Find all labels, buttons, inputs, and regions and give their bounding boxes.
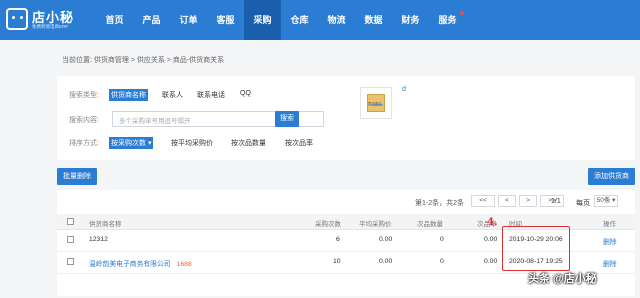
avg-price: 0.00 [379, 236, 393, 243]
sort-by-avg-price[interactable]: 按平均采购价 [169, 137, 215, 149]
supplier-1688-tag: 1688 [176, 261, 192, 268]
search-type-label: 搜索类型: [69, 92, 99, 99]
search-content-label: 搜索内容: [69, 117, 99, 124]
row-checkbox[interactable] [67, 236, 74, 243]
header-operations: 操作 [603, 221, 616, 228]
header-avg-price: 平均采购价 [359, 221, 392, 228]
watermark: 头条 @店小秘 [528, 273, 597, 285]
search-type-contact[interactable]: 联系人 [160, 89, 185, 101]
pager-per-page-label: 每页 [576, 200, 590, 207]
top-nav: 店小秘 免费跨境电商ERP 首页 产品 订单 客服 采购 仓库 物流 数据 财务… [0, 0, 640, 40]
batch-delete-button[interactable]: 批量删除 [57, 168, 97, 185]
search-type-supplier-name[interactable]: 供货商名称 [109, 89, 148, 101]
time-column-highlight [502, 226, 570, 271]
defect-count: 0 [440, 258, 444, 265]
no-image-text: 暂无图片 [368, 102, 382, 106]
purchase-count: 10 [333, 258, 341, 265]
sort-by-purchase-count[interactable]: 按采购次数 ▾ [109, 137, 154, 149]
defect-rate: 0.00 [484, 236, 498, 243]
purchase-count: 6 [336, 236, 340, 243]
pager-next-button[interactable]: > [519, 195, 537, 207]
brand-tagline: 免费跨境电商ERP [32, 24, 69, 29]
per-page-select[interactable]: 50条 ▾ [594, 195, 618, 207]
supplier-name: 12312 [89, 236, 108, 243]
delete-link[interactable]: 删除 [603, 258, 617, 268]
header-purchase-count: 采购次数 [315, 221, 341, 228]
defect-count: 0 [440, 236, 444, 243]
pager-page-indicator: 1/1 [551, 198, 561, 205]
logo[interactable]: 店小秘 免费跨境电商ERP [4, 6, 82, 34]
product-thumbnail[interactable]: 暂无图片 [360, 87, 392, 119]
filter-panel: 搜索类型: 供货商名称 联系人 联系电话 QQ 搜索内容: 多个采购单号用逗号隔… [57, 76, 635, 160]
row-checkbox[interactable] [67, 258, 74, 265]
defect-rate: 0.00 [484, 258, 498, 265]
delete-link[interactable]: 删除 [603, 236, 617, 246]
search-button[interactable]: 搜索 [275, 111, 299, 127]
nav-item-data[interactable]: 数据 [355, 0, 392, 40]
nav-item-home[interactable]: 首页 [96, 0, 133, 40]
supplier-name[interactable]: 温岭韵美电子商务有限公司 [89, 261, 171, 268]
nav-item-purchase[interactable]: 采购 [244, 0, 281, 40]
nav-item-products[interactable]: 产品 [133, 0, 170, 40]
pager-prev-button[interactable]: < [498, 195, 516, 207]
breadcrumb: 当前位置: 供货商管理 > 供应关系 > 商品-供货商关系 [62, 57, 225, 64]
header-defect-count: 次品数量 [417, 221, 443, 228]
notification-dot-icon [460, 11, 464, 15]
pager-summary: 第1-2条，共2条 [415, 200, 465, 207]
avg-price: 0.00 [379, 258, 393, 265]
nav-item-logistics[interactable]: 物流 [318, 0, 355, 40]
search-type-phone[interactable]: 联系电话 [195, 89, 227, 101]
robot-logo-icon [6, 8, 28, 30]
supplier-name-cell: 温岭韵美电子商务有限公司 1688 [89, 258, 192, 268]
sort-label: 排序方式: [69, 140, 99, 147]
step-annotation: 4. [487, 217, 498, 228]
nav-services-label: 服务 [438, 15, 457, 25]
product-code[interactable]: d [402, 86, 406, 93]
main-menu: 首页 产品 订单 客服 采购 仓库 物流 数据 财务 服务 [96, 0, 466, 40]
nav-item-services[interactable]: 服务 [429, 0, 466, 40]
nav-item-finance[interactable]: 财务 [392, 0, 429, 40]
add-supplier-button[interactable]: 添加供货商 [588, 168, 635, 185]
header-supplier-name: 供货商名称 [89, 221, 122, 228]
nav-item-orders[interactable]: 订单 [170, 0, 207, 40]
pager-first-button[interactable]: << [471, 195, 495, 207]
select-all-checkbox[interactable] [67, 218, 74, 225]
nav-item-warehouse[interactable]: 仓库 [281, 0, 318, 40]
sort-by-defect-count[interactable]: 按次品数量 [229, 137, 268, 149]
search-type-qq[interactable]: QQ [238, 89, 253, 98]
nav-item-service[interactable]: 客服 [207, 0, 244, 40]
sort-by-defect-rate[interactable]: 按次品率 [283, 137, 315, 149]
